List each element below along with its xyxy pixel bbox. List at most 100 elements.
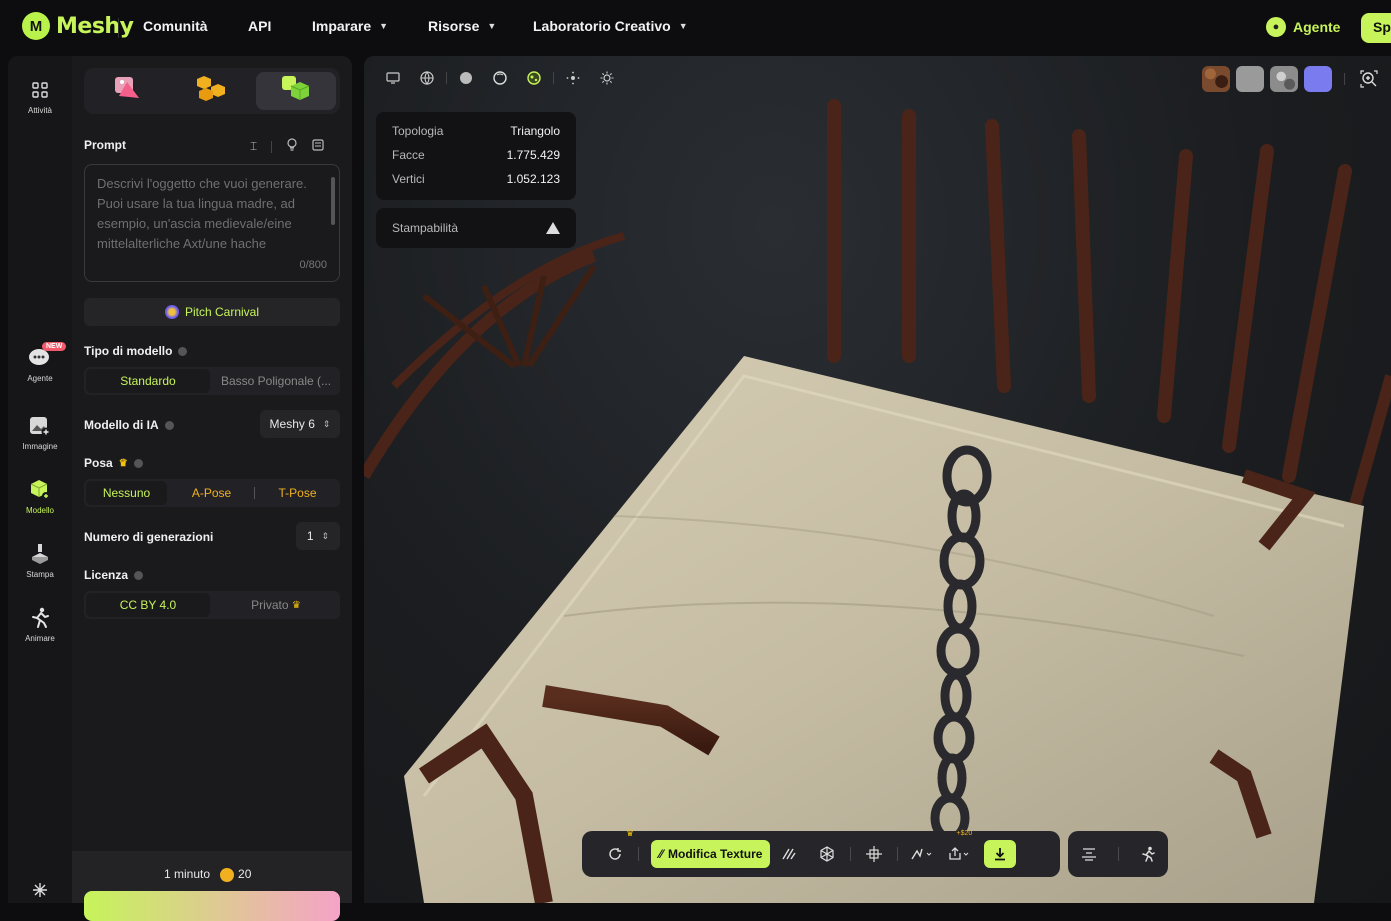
document-icon[interactable] (312, 139, 324, 154)
pose-t[interactable]: T-Pose (257, 481, 338, 505)
rail-item-image[interactable]: Immagine (8, 414, 72, 451)
model-type-label-text: Tipo di modello (84, 344, 173, 358)
pitch-carnival-button[interactable]: Pitch Carnival (84, 298, 340, 326)
rail-item-print-label: Stampa (26, 570, 54, 579)
rail-item-print[interactable]: Stampa (8, 542, 72, 579)
swatch-normal-map[interactable] (1304, 66, 1332, 92)
nav-api[interactable]: API (248, 18, 271, 34)
model-type-low-poly[interactable]: Basso Poligonale (... (214, 369, 338, 393)
stat-faces-key: Facce (392, 148, 425, 162)
pose-selector: Nessuno A-Pose T-Pose (84, 479, 340, 507)
info-icon[interactable] (164, 420, 174, 430)
sparkle-icon (27, 878, 53, 902)
rail-item-activity[interactable]: Attività (8, 78, 72, 115)
swatch-normal[interactable] (1270, 66, 1298, 92)
rail-item-image-label: Immagine (22, 442, 58, 451)
prompt-scrollbar[interactable] (331, 177, 335, 225)
credit-cost: 20 (220, 867, 251, 882)
rail-item-model-label: Modello (25, 506, 54, 515)
info-icon[interactable] (133, 458, 143, 468)
edit-texture-label: Modifica Texture (668, 847, 763, 861)
zoom-fit-icon[interactable] (1357, 70, 1381, 88)
text-cursor-icon[interactable]: ⌶ (250, 139, 257, 154)
generation-panel: Prompt ⌶ Descrivi l'oggetto che vuoi gen… (72, 56, 352, 921)
light-dots-icon[interactable] (556, 70, 590, 86)
edit-texture-button[interactable]: ⁄⁄ Modifica Texture (651, 840, 771, 868)
globe-icon[interactable] (410, 70, 444, 86)
lightbulb-icon[interactable] (286, 138, 298, 155)
remesh-icon[interactable] (808, 840, 846, 868)
swatch-base-color[interactable] (1202, 66, 1230, 92)
running-figure-icon (27, 606, 53, 630)
coin-icon (220, 867, 235, 882)
stat-vertices: Vertici 1.052.123 (392, 172, 560, 196)
refresh-icon[interactable]: ♛ (596, 828, 634, 868)
sp-button[interactable]: Sp (1361, 13, 1391, 43)
license-private[interactable]: Privato ♛ (214, 593, 338, 617)
agent-button[interactable]: ● Agente (1266, 17, 1340, 37)
ai-model-select[interactable]: Meshy 6 ⇕ (260, 410, 340, 438)
rail-item-sparkle[interactable] (8, 878, 72, 902)
rail-item-model[interactable]: Modello (8, 478, 72, 515)
monitor-icon[interactable] (376, 70, 410, 86)
tab-image-to-3d[interactable] (88, 72, 168, 110)
chevron-down-icon: ▼ (678, 21, 688, 31)
outline-sphere-icon[interactable] (483, 70, 517, 86)
divider (446, 72, 447, 84)
info-icon[interactable] (134, 570, 144, 580)
sun-icon[interactable] (590, 70, 624, 86)
pose-none[interactable]: Nessuno (86, 481, 167, 505)
printability-status[interactable]: Stampabilità (376, 208, 576, 248)
updown-chevron-icon: ⇕ (322, 418, 331, 429)
image-mode-icon (113, 74, 143, 108)
nav-community-label: Comunità (143, 18, 208, 34)
stat-faces-value: 1.775.429 (506, 148, 560, 162)
align-bottom-icon[interactable] (1070, 840, 1108, 868)
info-icon[interactable] (178, 346, 188, 356)
model-type-label: Tipo di modello (84, 344, 188, 358)
grid-icon (27, 78, 53, 102)
nav-community[interactable]: Comunità (143, 18, 208, 34)
image-plus-icon (27, 414, 53, 438)
nav-learn-label: Imparare (312, 18, 372, 34)
tab-text-to-3d[interactable] (256, 72, 336, 110)
license-cc-by[interactable]: CC BY 4.0 (86, 593, 210, 617)
transform-icon[interactable] (855, 840, 893, 868)
solid-sphere-icon[interactable] (449, 70, 483, 86)
brand-name: Meshy (56, 13, 134, 39)
divider (271, 140, 273, 153)
generate-button[interactable] (84, 891, 340, 921)
divider (638, 847, 639, 861)
divider (897, 847, 899, 861)
nav-api-label: API (248, 18, 272, 34)
viewport-toolbar (376, 70, 624, 86)
stat-vertices-key: Vertici (392, 172, 425, 186)
model-type-standard[interactable]: Standardo (86, 369, 210, 393)
swatch-roughness[interactable] (1236, 66, 1264, 92)
rail-item-agent[interactable]: NEW Agente (8, 342, 72, 383)
rig-icon[interactable] (902, 840, 940, 868)
nav-learn[interactable]: Imparare ▼ (312, 18, 388, 34)
tab-multi-cube[interactable] (172, 72, 252, 110)
model-type-selector: Standardo Basso Poligonale (... (84, 367, 340, 395)
generations-stepper[interactable]: 1 ⇕ (296, 522, 340, 550)
agent-icon: ● (1266, 17, 1286, 37)
nav-creative-lab[interactable]: Laboratorio Creativo ▼ (533, 18, 688, 34)
license-selector: CC BY 4.0 Privato ♛ (84, 591, 340, 619)
animate-figure-icon[interactable] (1129, 840, 1167, 868)
generations-value: 1 (306, 529, 314, 543)
stat-faces: Facce 1.775.429 (392, 148, 560, 172)
nav-resources[interactable]: Risorse ▼ (428, 18, 496, 34)
textured-sphere-icon[interactable] (517, 70, 551, 86)
brand-logo[interactable]: M Meshy (22, 12, 134, 40)
rail-item-animate[interactable]: Animare (8, 606, 72, 643)
share-icon[interactable]: +$20 (940, 830, 978, 868)
stat-vertices-value: 1.052.123 (506, 172, 560, 186)
download-button[interactable] (984, 840, 1017, 868)
prompt-input[interactable]: Descrivi l'oggetto che vuoi generare. Pu… (84, 164, 340, 282)
model-actions-toolbar: ♛ ⁄⁄ Modifica Texture +$20 (582, 828, 1060, 877)
3d-viewport[interactable]: Topologia Triangolo Facce 1.775.429 Vertic… (364, 56, 1391, 903)
printer-3d-icon (27, 542, 53, 566)
texture-hatch-icon[interactable] (770, 840, 808, 868)
pose-a[interactable]: A-Pose (171, 481, 252, 505)
